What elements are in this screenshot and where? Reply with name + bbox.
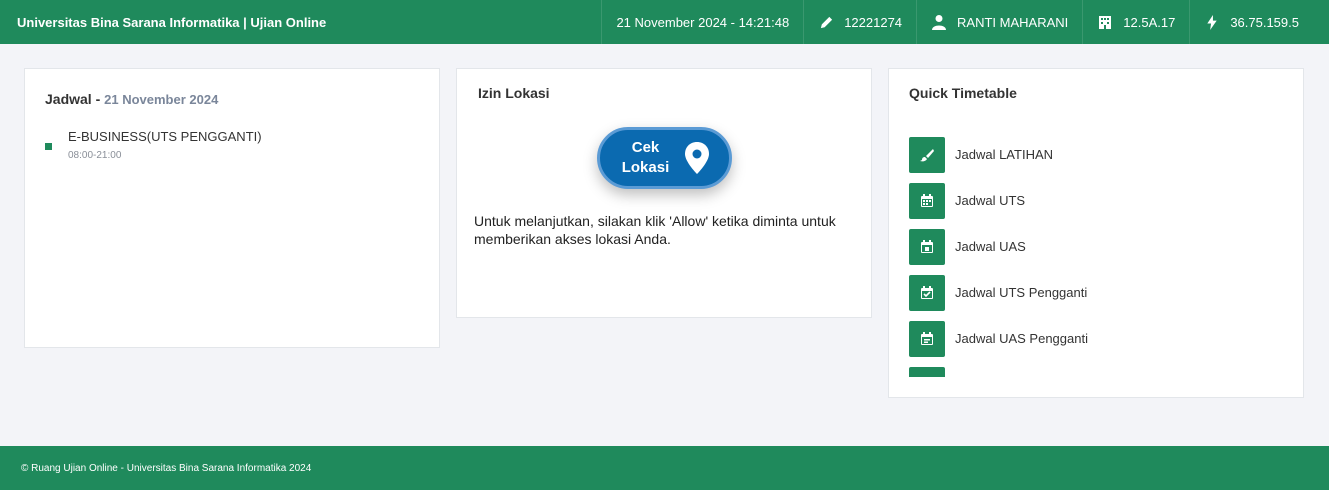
nim-text: 12221274 (844, 14, 903, 30)
izin-lokasi-instruction: Untuk melanjutkan, silakan klik 'Allow' … (474, 213, 836, 247)
quick-item-label: Jadwal UTS Pengganti (955, 285, 1088, 300)
pencil-icon (818, 14, 834, 30)
calendar-icon (909, 183, 945, 219)
izin-lokasi-title: Izin Lokasi (478, 85, 550, 101)
location-pin-icon (684, 142, 709, 174)
ip-address-text: 36.75.159.5 (1230, 14, 1299, 30)
jadwal-title: Jadwal - (45, 91, 101, 107)
quick-item-label: Jadwal LATIHAN (955, 147, 1054, 162)
user-icon (931, 14, 947, 30)
cek-lokasi-label-line1: Cek (631, 139, 660, 156)
quick-timetable-title: Quick Timetable (909, 85, 1017, 101)
header-nim: 12221274 (803, 0, 916, 44)
quick-item-jadwal-uas-pengganti[interactable]: Jadwal UAS Pengganti (909, 321, 1289, 367)
class-code-text: 12.5A.17 (1123, 14, 1176, 30)
cek-lokasi-label-line2: Lokasi (621, 159, 670, 176)
footer: © Ruang Ujian Online - Universitas Bina … (0, 446, 1329, 490)
quick-timetable-list[interactable]: Jadwal LATIHAN Jadwal UTS Jadwal UAS Jad… (909, 137, 1289, 377)
quick-item-jadwal-uas[interactable]: Jadwal UAS (909, 229, 1289, 275)
quick-item-jadwal-uts[interactable]: Jadwal UTS (909, 183, 1289, 229)
header-datetime: 21 November 2024 - 14:21:48 (601, 0, 803, 44)
header-ip: 36.75.159.5 (1189, 0, 1329, 44)
building-icon (1097, 14, 1113, 30)
jadwal-heading: Jadwal - 21 November 2024 (45, 91, 218, 107)
header-class: 12.5A.17 (1082, 0, 1189, 44)
header-user: RANTI MAHARANI (916, 0, 1082, 44)
brush-icon (909, 137, 945, 173)
user-name-text: RANTI MAHARANI (957, 14, 1069, 30)
quick-item-partial[interactable] (909, 367, 1289, 377)
izin-lokasi-card: Izin Lokasi Cek Lokasi Untuk melanjutkan… (456, 68, 872, 318)
cek-lokasi-label: Cek Lokasi (621, 138, 671, 178)
calendar-icon (909, 367, 945, 377)
datetime-text: 21 November 2024 - 14:21:48 (616, 14, 790, 30)
schedule-bullet (45, 143, 52, 150)
cek-lokasi-button[interactable]: Cek Lokasi (597, 127, 732, 189)
footer-copyright: © Ruang Ujian Online - Universitas Bina … (21, 462, 312, 474)
app-brand-title: Universitas Bina Sarana Informatika | Uj… (17, 14, 327, 30)
quick-item-label: Jadwal UAS Pengganti (955, 331, 1088, 346)
calendar-list-icon (909, 321, 945, 357)
top-navbar: Universitas Bina Sarana Informatika | Uj… (0, 0, 1329, 44)
schedule-time: 08:00-21:00 (68, 150, 122, 161)
calendar-day-icon (909, 229, 945, 265)
calendar-check-icon (909, 275, 945, 311)
jadwal-date: 21 November 2024 (104, 92, 219, 107)
quick-item-label: Jadwal UTS (955, 193, 1026, 208)
quick-item-jadwal-latihan[interactable]: Jadwal LATIHAN (909, 137, 1289, 183)
quick-item-label: Jadwal UAS (955, 239, 1026, 254)
schedule-course-name: E-BUSINESS(UTS PENGGANTI) (68, 129, 262, 144)
quick-item-jadwal-uts-pengganti[interactable]: Jadwal UTS Pengganti (909, 275, 1289, 321)
quick-timetable-card: Quick Timetable Jadwal LATIHAN Jadwal UT… (888, 68, 1304, 398)
bolt-icon (1204, 14, 1220, 30)
jadwal-card: Jadwal - 21 November 2024 E-BUSINESS(UTS… (24, 68, 440, 348)
